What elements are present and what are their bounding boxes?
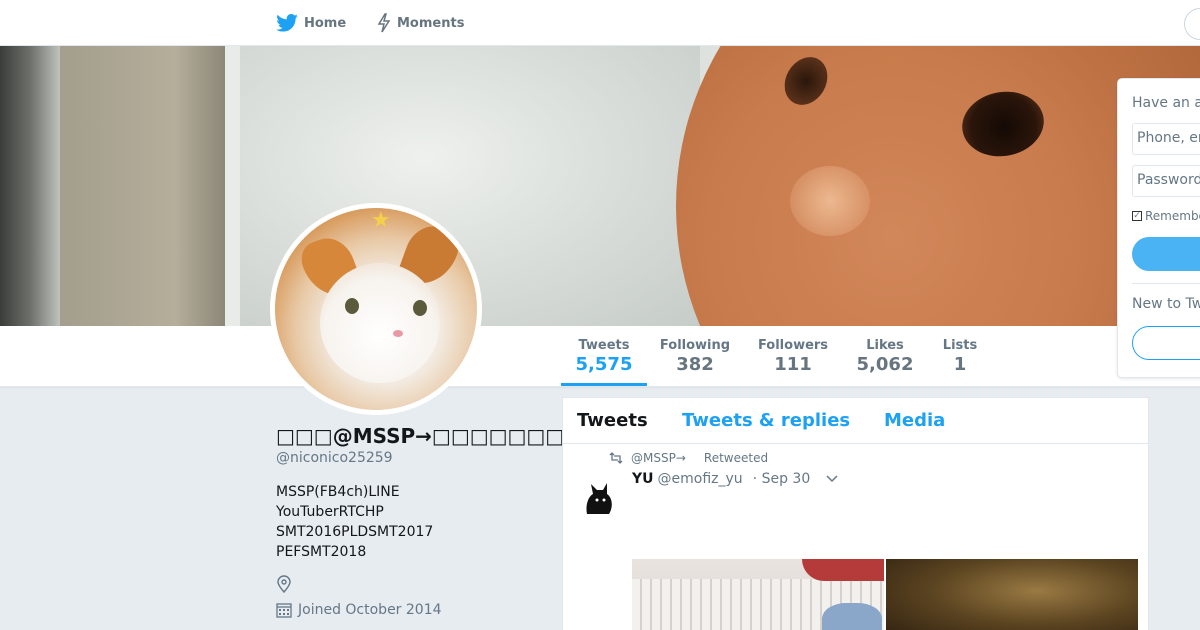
profile-avatar[interactable]: ★ — [270, 203, 482, 415]
signup-button[interactable] — [1132, 326, 1200, 360]
stat-label: Followers — [757, 338, 829, 353]
bio-line: YouTuberRTCHP — [276, 504, 384, 520]
stat-followers[interactable]: Followers 111 — [753, 326, 833, 386]
tab-tweets-replies[interactable]: Tweets & replies — [682, 410, 850, 431]
password-field[interactable]: Password — [1132, 165, 1200, 197]
remember-checkbox[interactable]: ✓ — [1132, 211, 1142, 221]
bio-line: PEFSMT2018 — [276, 544, 367, 560]
remember-label: Remembe — [1145, 209, 1200, 223]
bio-line: SMT2016PLDSMT2017 — [276, 524, 434, 540]
stat-likes[interactable]: Likes 5,062 — [850, 326, 920, 386]
tweet-media-image[interactable] — [886, 559, 1138, 630]
new-to-twitter-label: New to Tw — [1132, 296, 1200, 312]
tweet-date[interactable]: · Sep 30 — [753, 471, 811, 487]
profile-name: □□□@MSSP→□□□□□□□ — [276, 424, 565, 448]
tweet-media-image[interactable] — [632, 559, 884, 630]
calendar-icon — [276, 603, 292, 618]
stat-lists[interactable]: Lists 1 — [935, 326, 985, 386]
nav-moments-label: Moments — [397, 15, 465, 31]
header-banner — [0, 46, 1200, 326]
joined-date: Joined October 2014 — [276, 602, 442, 618]
stat-value: 111 — [774, 354, 812, 375]
stat-label: Tweets — [578, 338, 630, 353]
login-title: Have an a — [1132, 95, 1200, 111]
top-nav: Home Moments — [0, 0, 1200, 46]
login-panel: Have an a Phone, er Password ✓ Remembe N… — [1117, 78, 1200, 378]
stat-value: 1 — [953, 354, 967, 375]
joined-label: Joined October 2014 — [298, 602, 442, 618]
location-icon — [276, 575, 292, 597]
stat-label: Lists — [942, 338, 978, 353]
profile-handle[interactable]: @niconico25259 — [276, 450, 393, 466]
bio-line: MSSP(FB4ch)LINE — [276, 484, 400, 500]
nav-home-label: Home — [304, 15, 347, 31]
nav-moments[interactable]: Moments — [377, 0, 464, 46]
stat-label: Following — [659, 338, 731, 353]
tweet-author-name[interactable]: YU — [632, 471, 654, 487]
retweet-label: Retweeted — [703, 451, 769, 465]
retweet-context: @MSSP→ Retweeted — [609, 451, 768, 465]
stat-value: 382 — [676, 354, 714, 375]
lightning-icon — [377, 13, 391, 33]
tab-tweets[interactable]: Tweets — [577, 410, 648, 431]
retweeter-name[interactable]: @MSSP→ — [631, 451, 686, 465]
profile-bio: MSSP(FB4ch)LINE YouTuberRTCHP SMT2016PLD… — [276, 482, 433, 562]
chevron-down-icon[interactable] — [826, 471, 838, 487]
phone-email-field[interactable]: Phone, er — [1132, 123, 1200, 155]
timeline-tabs: Tweets Tweets & replies Media — [563, 398, 1148, 444]
tweet-header: YU @emofiz_yu · Sep 30 — [632, 471, 838, 487]
nav-home[interactable]: Home — [276, 0, 346, 46]
divider — [1132, 283, 1200, 284]
tweet-author-handle[interactable]: @emofiz_yu — [658, 471, 743, 487]
stat-tweets[interactable]: Tweets 5,575 — [561, 326, 647, 386]
stat-value: 5,062 — [856, 354, 914, 375]
stat-following[interactable]: Following 382 — [655, 326, 735, 386]
remember-me[interactable]: ✓ Remembe — [1132, 209, 1200, 223]
login-button[interactable] — [1132, 237, 1200, 271]
bird-icon — [276, 14, 298, 32]
timeline: Tweets Tweets & replies Media @MSSP→ Ret… — [562, 397, 1149, 630]
retweet-icon — [609, 452, 623, 464]
tab-media[interactable]: Media — [884, 410, 945, 431]
star-icon: ★ — [371, 208, 391, 233]
user-avatar-button[interactable] — [1184, 8, 1200, 40]
stat-value: 5,575 — [575, 354, 633, 375]
stat-label: Likes — [866, 338, 904, 353]
tweet-author-avatar[interactable] — [575, 474, 623, 522]
